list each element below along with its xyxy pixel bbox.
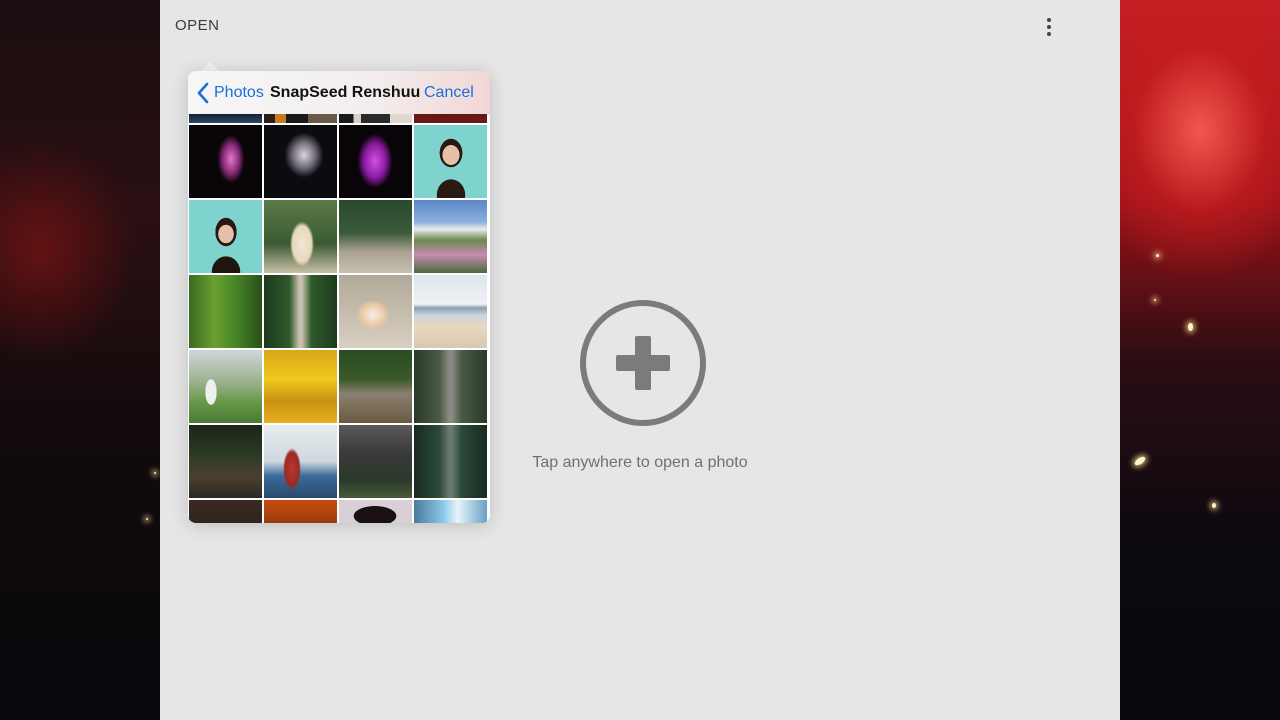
photo-thumbnail[interactable] — [264, 350, 337, 423]
empty-state-message: Tap anywhere to open a photo — [532, 454, 748, 471]
photo-thumbnail[interactable] — [414, 114, 487, 123]
photo-thumbnail[interactable] — [264, 425, 337, 498]
photo-thumbnail[interactable] — [189, 200, 262, 273]
back-button[interactable]: Photos — [196, 81, 264, 105]
photo-thumbnail[interactable] — [414, 200, 487, 273]
photo-thumbnail[interactable] — [339, 500, 412, 523]
left-background — [0, 0, 160, 720]
photo-grid[interactable] — [189, 114, 489, 523]
open-photo-area[interactable]: Tap anywhere to open a photo — [490, 280, 790, 500]
top-bar: OPEN — [160, 0, 1120, 52]
photo-thumbnail[interactable] — [189, 275, 262, 348]
album-title: SnapSeed Renshuu — [270, 84, 421, 101]
open-label: OPEN — [175, 17, 220, 34]
right-background — [1120, 0, 1280, 720]
photo-thumbnail[interactable] — [189, 425, 262, 498]
photo-thumbnail[interactable] — [264, 125, 337, 198]
photo-thumbnail[interactable] — [189, 125, 262, 198]
photo-thumbnail[interactable] — [414, 125, 487, 198]
photo-thumbnail[interactable] — [339, 114, 412, 123]
photo-thumbnail[interactable] — [414, 500, 487, 523]
photo-thumbnail[interactable] — [339, 125, 412, 198]
photo-picker-popover: Photos SnapSeed Renshuu Cancel — [188, 71, 490, 523]
photo-thumbnail[interactable] — [414, 350, 487, 423]
photo-thumbnail[interactable] — [414, 425, 487, 498]
back-label: Photos — [214, 84, 264, 101]
screen: OPEN Tap anywhere to open a photo Photos… — [0, 0, 1280, 720]
photo-thumbnail[interactable] — [189, 500, 262, 523]
add-circle-icon — [580, 300, 706, 426]
photo-thumbnail[interactable] — [264, 114, 337, 123]
chevron-left-icon — [197, 82, 209, 104]
photo-thumbnail[interactable] — [414, 275, 487, 348]
photo-thumbnail[interactable] — [264, 200, 337, 273]
picker-header: Photos SnapSeed Renshuu Cancel — [188, 71, 490, 115]
photo-thumbnail[interactable] — [189, 350, 262, 423]
photo-thumbnail[interactable] — [339, 200, 412, 273]
photo-thumbnail[interactable] — [339, 350, 412, 423]
photo-thumbnail[interactable] — [189, 114, 262, 123]
photo-thumbnail[interactable] — [339, 275, 412, 348]
photo-thumbnail[interactable] — [264, 500, 337, 523]
more-vertical-icon[interactable] — [1038, 14, 1060, 40]
photo-thumbnail[interactable] — [264, 275, 337, 348]
cancel-button[interactable]: Cancel — [424, 84, 474, 102]
photo-thumbnail[interactable] — [339, 425, 412, 498]
